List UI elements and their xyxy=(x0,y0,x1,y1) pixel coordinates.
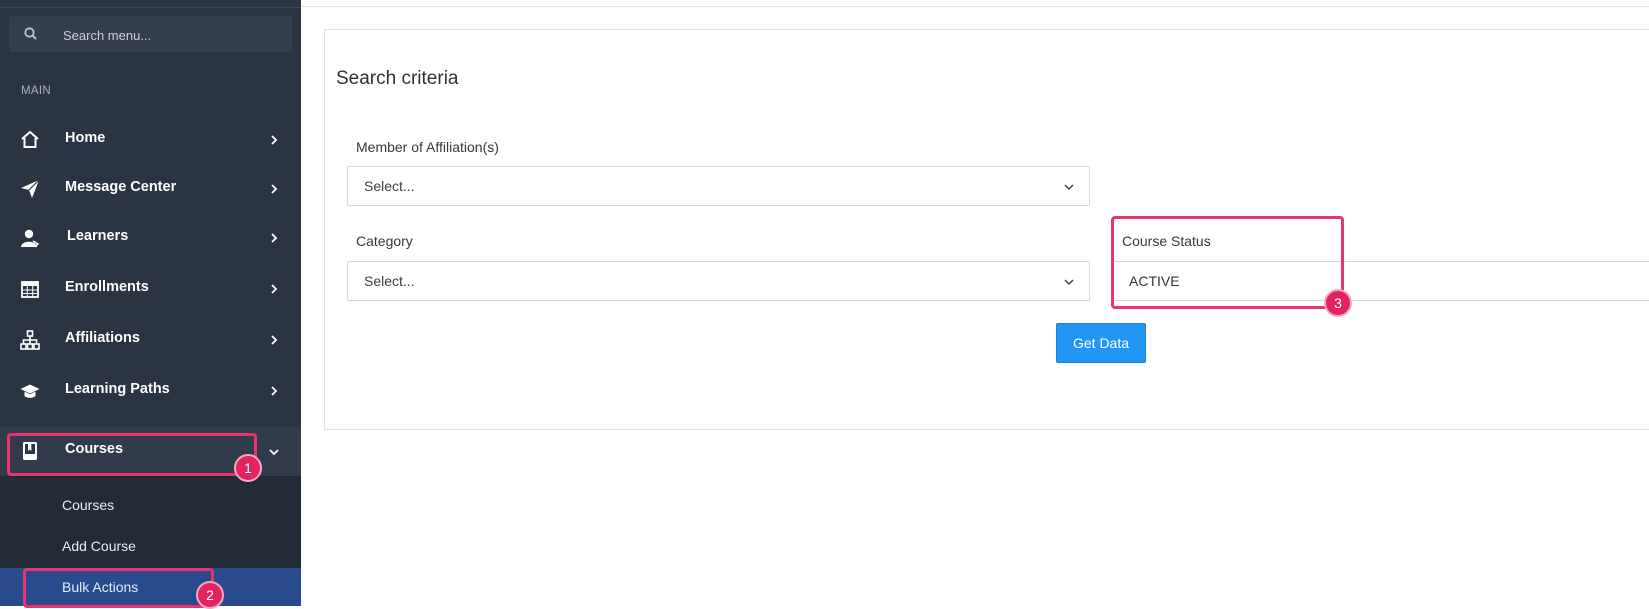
sidebar-item-label: Affiliations xyxy=(65,330,140,346)
affiliation-label: Member of Affiliation(s) xyxy=(356,139,499,155)
submenu-item-add-course[interactable]: Add Course xyxy=(0,527,301,565)
paper-plane-icon xyxy=(21,179,40,198)
sidebar-item-label: Learning Paths xyxy=(65,381,170,397)
sidebar-item-label: Enrollments xyxy=(65,279,149,295)
sidebar-item-label: Home xyxy=(65,130,106,146)
get-data-button[interactable]: Get Data xyxy=(1056,323,1146,363)
step-badge-3: 3 xyxy=(1324,289,1352,317)
chevron-right-icon xyxy=(271,335,278,345)
sidebar-item-learning-paths[interactable]: Learning Paths xyxy=(0,368,301,414)
sidebar-item-label: Learners xyxy=(67,228,129,244)
chevron-right-icon xyxy=(271,233,278,243)
submenu-item-bulk-actions[interactable]: Bulk Actions xyxy=(0,568,301,606)
course-status-label: Course Status xyxy=(1122,233,1211,249)
sidebar-item-enrollments[interactable]: Enrollments xyxy=(0,266,301,312)
chevron-right-icon xyxy=(271,284,278,294)
submenu-item-label: Courses xyxy=(62,497,115,513)
chevron-right-icon xyxy=(271,135,278,145)
sitemap-icon xyxy=(20,330,40,350)
step-badge-2: 2 xyxy=(196,581,224,609)
submenu-item-label: Add Course xyxy=(62,538,136,554)
courses-submenu: Courses Add Course Bulk Actions xyxy=(0,476,301,606)
chevron-down-icon xyxy=(1064,184,1074,191)
category-select[interactable]: Select... xyxy=(347,261,1090,301)
search-menu-box[interactable] xyxy=(9,16,292,52)
header-divider xyxy=(301,6,1649,7)
search-icon xyxy=(24,27,37,40)
sidebar-top-divider xyxy=(0,0,301,8)
category-label: Category xyxy=(356,233,413,249)
search-criteria-card xyxy=(324,29,1649,430)
sidebar-item-message-center[interactable]: Message Center xyxy=(0,166,301,212)
book-icon xyxy=(23,442,37,460)
chevron-right-icon xyxy=(271,184,278,194)
calendar-icon xyxy=(21,281,39,298)
user-icon xyxy=(21,229,40,248)
home-icon xyxy=(21,130,39,148)
sidebar-item-affiliations[interactable]: Affiliations xyxy=(0,317,301,363)
submenu-item-courses[interactable]: Courses xyxy=(0,486,301,524)
affiliation-select[interactable]: Select... xyxy=(347,166,1090,206)
graduation-cap-icon xyxy=(20,384,40,398)
search-menu-input[interactable] xyxy=(61,24,285,46)
sidebar-item-home[interactable]: Home xyxy=(0,117,301,163)
affiliation-select-value: Select... xyxy=(364,178,415,194)
section-label-main: MAIN xyxy=(21,85,51,97)
card-title: Search criteria xyxy=(336,68,459,89)
category-select-value: Select... xyxy=(364,273,415,289)
submenu-item-label: Bulk Actions xyxy=(62,579,139,595)
step-badge-1: 1 xyxy=(234,454,262,482)
chevron-down-icon xyxy=(1064,279,1074,286)
chevron-right-icon xyxy=(271,386,278,396)
sidebar: MAIN Home Message Center Learners xyxy=(0,0,301,606)
sidebar-item-label: Message Center xyxy=(65,179,177,195)
sidebar-item-learners[interactable]: Learners xyxy=(0,215,301,261)
course-status-select[interactable]: ACTIVE xyxy=(1113,261,1649,301)
sidebar-item-label: Courses xyxy=(65,441,124,457)
chevron-down-icon xyxy=(269,449,279,456)
course-status-value: ACTIVE xyxy=(1129,273,1180,289)
